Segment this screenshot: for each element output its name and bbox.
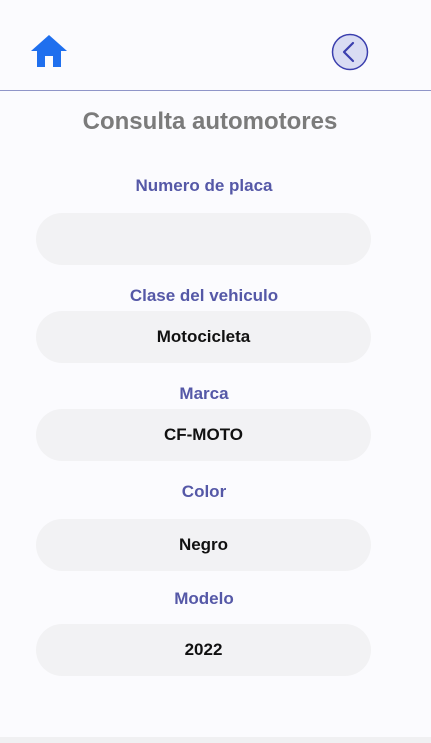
model-field[interactable]: 2022 (36, 624, 371, 676)
back-button[interactable] (331, 33, 369, 71)
model-label: Modelo (174, 589, 234, 608)
bottom-divider (0, 737, 431, 743)
plate-number-label: Numero de placa (135, 176, 273, 195)
vehicle-class-field[interactable]: Motocicleta (36, 311, 371, 363)
color-field[interactable]: Negro (36, 519, 371, 571)
header-bar (0, 0, 431, 91)
plate-number-field[interactable] (36, 213, 371, 265)
page-title: Consulta automotores (82, 108, 338, 135)
home-button[interactable] (30, 33, 68, 69)
vehicle-class-label: Clase del vehiculo (129, 286, 279, 305)
home-icon (31, 35, 67, 67)
chevron-left-circle-icon (331, 33, 369, 71)
brand-field[interactable]: CF-MOTO (36, 409, 371, 461)
color-label: Color (181, 482, 227, 501)
brand-label: Marca (179, 384, 229, 403)
